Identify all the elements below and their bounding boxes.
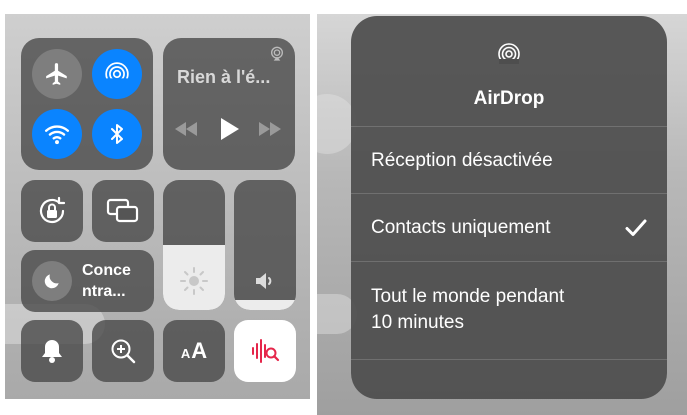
airdrop-option-label-line1: Tout le monde pendant (371, 286, 565, 307)
connectivity-module (21, 38, 153, 170)
bluetooth-button[interactable] (92, 109, 142, 159)
text-size-icon: A A (181, 338, 207, 364)
screen-mirroring-icon (106, 198, 139, 223)
orientation-lock-button[interactable] (21, 180, 83, 242)
airdrop-menu-footer (351, 359, 667, 399)
focus-label: Conce ntra... (82, 260, 131, 302)
now-playing-module[interactable]: Rien à l'é... (163, 38, 295, 170)
airdrop-icon (105, 62, 129, 87)
airdrop-option-receiving-off[interactable]: Réception désactivée (351, 126, 667, 193)
wifi-button[interactable] (32, 109, 82, 159)
moon-icon (44, 274, 59, 289)
focus-button[interactable]: Conce ntra... (21, 250, 154, 312)
wifi-icon (44, 125, 70, 145)
focus-icon-circle (32, 261, 72, 301)
text-size-large: A (191, 338, 208, 363)
airdrop-option-label-line2: 10 minutes (371, 312, 464, 333)
airplane-icon (46, 63, 67, 85)
airdrop-option-everyone-10-minutes[interactable]: Tout le monde pendant 10 minutes (351, 261, 667, 359)
text-size-small: A (180, 346, 191, 361)
control-center-panel: Rien à l'é... Conce ntra... A A (5, 14, 310, 399)
airdrop-panel: AirDrop Réception désactivée Contacts un… (317, 14, 687, 415)
airdrop-option-label: Contacts uniquement (371, 217, 551, 238)
text-size-button[interactable]: A A (163, 320, 225, 382)
screen-mirroring-button[interactable] (92, 180, 154, 242)
bell-icon (42, 340, 62, 363)
airdrop-menu-header: AirDrop (351, 16, 667, 126)
airplay-icon[interactable] (269, 46, 285, 62)
magnifier-button[interactable] (92, 320, 154, 382)
airdrop-option-label: Réception désactivée (371, 150, 553, 171)
airdrop-button[interactable] (92, 49, 142, 99)
volume-level (234, 299, 296, 310)
sound-recognition-button[interactable] (234, 320, 296, 382)
sound-recognition-icon (252, 339, 280, 363)
now-playing-title: Rien à l'é... (177, 67, 271, 87)
rewind-icon[interactable] (175, 122, 197, 136)
airdrop-menu: AirDrop Réception désactivée Contacts un… (351, 16, 667, 399)
magnifier-icon (111, 339, 136, 364)
checkmark-icon (625, 219, 647, 236)
airplane-mode-button[interactable] (32, 49, 82, 99)
focus-label-line2: ntra... (82, 283, 126, 300)
orientation-lock-icon (39, 196, 66, 224)
fast-forward-icon[interactable] (259, 122, 281, 136)
play-icon[interactable] (219, 118, 239, 140)
silent-mode-button[interactable] (21, 320, 83, 382)
speaker-icon (256, 273, 272, 289)
volume-slider[interactable] (234, 180, 296, 310)
brightness-slider[interactable] (163, 180, 225, 310)
airdrop-menu-title: AirDrop (473, 88, 545, 109)
airdrop-icon (498, 43, 520, 64)
sun-icon (180, 267, 208, 295)
airdrop-option-contacts-only[interactable]: Contacts uniquement (351, 193, 667, 261)
focus-label-line1: Conce (82, 262, 131, 279)
bluetooth-icon (111, 124, 123, 144)
